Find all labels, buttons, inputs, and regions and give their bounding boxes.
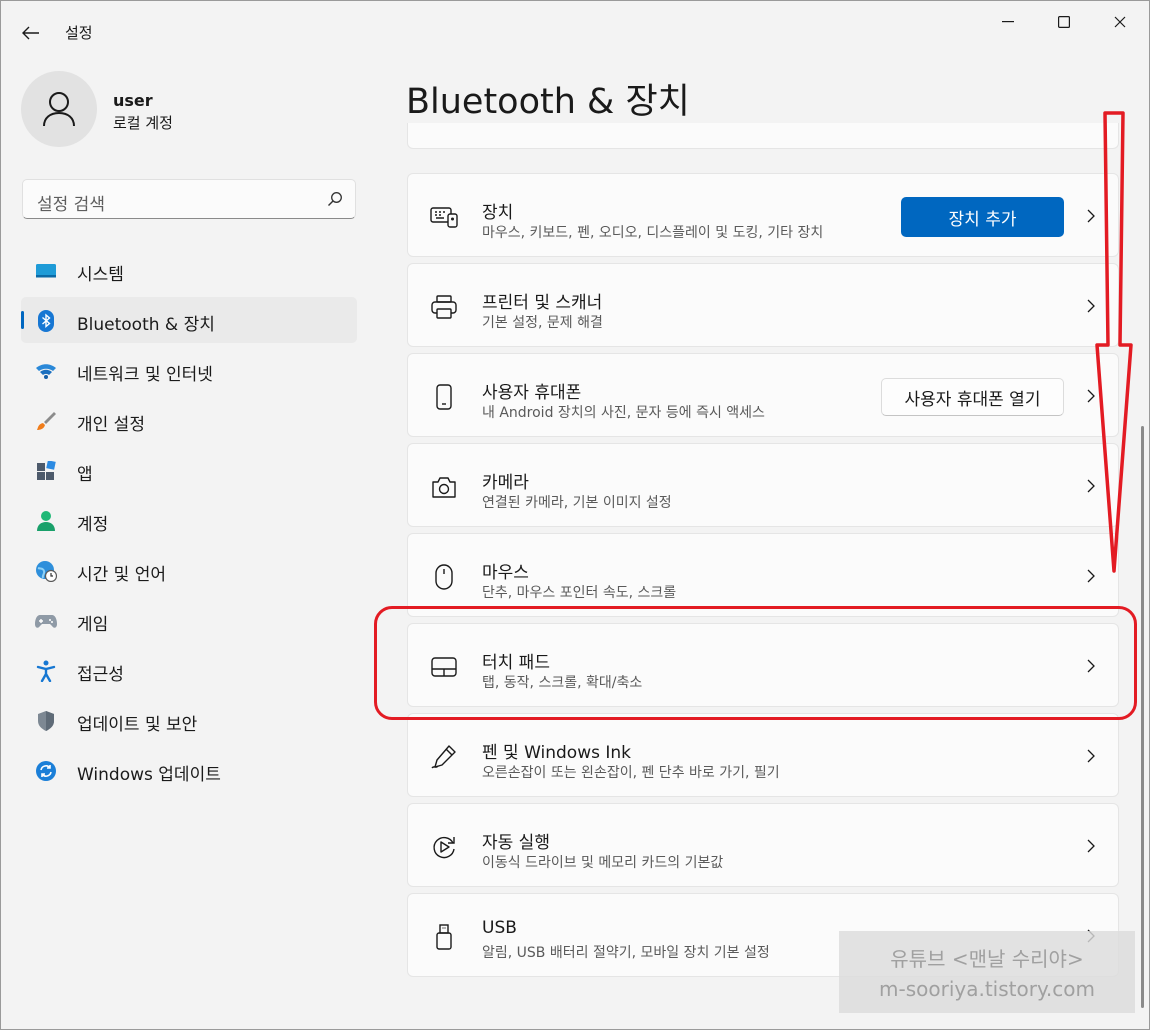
minimize-button[interactable] [985,7,1031,37]
user-profile[interactable]: user 로컬 계정 [21,71,351,151]
avatar [21,71,97,147]
sidebar-item-windows-update[interactable]: Windows 업데이트 [21,747,357,793]
sidebar-item-personalization[interactable]: 개인 설정 [21,397,357,443]
sidebar-item-accessibility[interactable]: 접근성 [21,647,357,693]
bluetooth-icon [35,310,57,332]
card-mouse[interactable]: 마우스 단추, 마우스 포인터 속도, 스크롤 [407,533,1119,617]
apps-icon [35,460,57,482]
card-description: 이동식 드라이브 및 메모리 카드의 기본값 [482,855,724,871]
card-title: USB [482,918,517,938]
shield-icon [35,710,57,732]
usb-icon [430,924,458,950]
search-placeholder: 설정 검색 [37,195,105,215]
minimize-icon [1002,21,1014,23]
autoplay-icon [430,834,458,860]
card-printers-scanners[interactable]: 프린터 및 스캐너 기본 설정, 문제 해결 [407,263,1119,347]
sidebar-item-label: 시간 및 언어 [77,565,167,585]
mouse-icon [430,564,458,590]
sidebar-item-label: 네트워크 및 인터넷 [77,365,213,385]
sidebar-item-label: 접근성 [77,665,124,685]
card-autoplay[interactable]: 자동 실행 이동식 드라이브 및 메모리 카드의 기본값 [407,803,1119,887]
watermark-line2: m-sooriya.tistory.com [879,977,1095,1001]
sidebar-item-gaming[interactable]: 게임 [21,597,357,643]
sidebar-item-bluetooth[interactable]: Bluetooth & 장치 [21,297,357,343]
sync-icon [35,760,57,782]
card-title: 프린터 및 스캐너 [482,293,603,313]
back-arrow-icon [22,26,39,40]
sidebar-item-apps[interactable]: 앱 [21,447,357,493]
card-title: 펜 및 Windows Ink [482,743,632,763]
card-description: 내 Android 장치의 사진, 문자 등에 즉시 액세스 [482,405,765,421]
card-camera[interactable]: 카메라 연결된 카메라, 기본 이미지 설정 [407,443,1119,527]
sidebar-item-label: 업데이트 및 보안 [77,715,198,735]
sidebar-item-label: 개인 설정 [77,415,145,435]
close-button[interactable] [1097,7,1143,37]
wifi-icon [35,360,57,382]
chevron-right-icon [1084,837,1098,855]
globe-clock-icon [35,560,57,582]
watermark-line1: 유튜브 <맨날 수리야> [890,947,1084,971]
add-device-button[interactable]: 장치 추가 [901,197,1064,237]
card-description: 기본 설정, 문제 해결 [482,315,603,331]
sidebar-item-accounts[interactable]: 계정 [21,497,357,543]
touchpad-icon [430,654,458,680]
partial-card-above [407,123,1119,149]
sidebar-item-label: Bluetooth & 장치 [77,315,215,335]
sidebar-item-label: 시스템 [77,265,124,285]
vertical-scrollbar[interactable] [1141,426,1144,1008]
card-title: 사용자 휴대폰 [482,383,582,403]
person-icon [43,92,75,127]
accessibility-icon [35,660,57,682]
card-title: 터치 패드 [482,653,550,673]
sidebar-item-label: Windows 업데이트 [77,765,221,785]
card-title: 장치 [482,203,514,223]
back-button[interactable] [15,17,47,49]
open-your-phone-button[interactable]: 사용자 휴대폰 열기 [881,378,1064,416]
maximize-icon [1058,16,1070,28]
brush-icon [35,410,57,432]
page-title: Bluetooth & 장치 [406,82,690,122]
account-type: 로컬 계정 [113,114,173,132]
gamepad-icon [35,610,57,632]
card-description: 알림, USB 배터리 절약기, 모바일 장치 기본 설정 [482,945,770,961]
printer-icon [430,294,458,320]
devices-icon [430,204,458,230]
annotation-down-arrow [1095,111,1133,573]
chevron-right-icon [1084,747,1098,765]
card-title: 카메라 [482,473,529,493]
camera-icon [430,474,458,500]
sidebar-item-network[interactable]: 네트워크 및 인터넷 [21,347,357,393]
search-icon[interactable] [327,191,343,211]
monitor-icon [35,260,57,282]
watermark: 유튜브 <맨날 수리야> m-sooriya.tistory.com [839,931,1135,1013]
phone-icon [430,384,458,410]
card-description: 연결된 카메라, 기본 이미지 설정 [482,495,672,511]
card-devices[interactable]: 장치 마우스, 키보드, 펜, 오디오, 디스플레이 및 도킹, 기타 장치 장… [407,173,1119,257]
card-description: 마우스, 키보드, 펜, 오디오, 디스플레이 및 도킹, 기타 장치 [482,225,824,241]
card-description: 탭, 동작, 스크롤, 확대/축소 [482,675,643,691]
card-your-phone[interactable]: 사용자 휴대폰 내 Android 장치의 사진, 문자 등에 즉시 액세스 사… [407,353,1119,437]
sidebar-item-update-security[interactable]: 업데이트 및 보안 [21,697,357,743]
sidebar-item-label: 게임 [77,615,109,635]
title-bar: 설정 [1,1,1149,61]
user-name: user [113,91,153,110]
sidebar-nav: 시스템 Bluetooth & 장치 네트워크 및 인터넷 개인 설정 앱 계정 [21,247,357,797]
card-title: 마우스 [482,563,529,583]
close-icon [1114,16,1126,28]
sidebar-item-label: 계정 [77,515,109,535]
sidebar-item-time-language[interactable]: 시간 및 언어 [21,547,357,593]
app-title: 설정 [65,24,93,42]
person-icon [35,510,57,532]
card-description: 단추, 마우스 포인터 속도, 스크롤 [482,585,677,601]
search-input[interactable]: 설정 검색 [22,179,356,219]
card-title: 자동 실행 [482,833,550,853]
card-description: 오른손잡이 또는 왼손잡이, 펜 단추 바로 가기, 필기 [482,765,780,781]
card-touchpad[interactable]: 터치 패드 탭, 동작, 스크롤, 확대/축소 [407,623,1119,707]
sidebar-item-label: 앱 [77,465,93,485]
chevron-right-icon [1084,657,1098,675]
sidebar-item-system[interactable]: 시스템 [21,247,357,293]
maximize-button[interactable] [1041,7,1087,37]
pen-icon [430,744,458,770]
card-pen-windows-ink[interactable]: 펜 및 Windows Ink 오른손잡이 또는 왼손잡이, 펜 단추 바로 가… [407,713,1119,797]
